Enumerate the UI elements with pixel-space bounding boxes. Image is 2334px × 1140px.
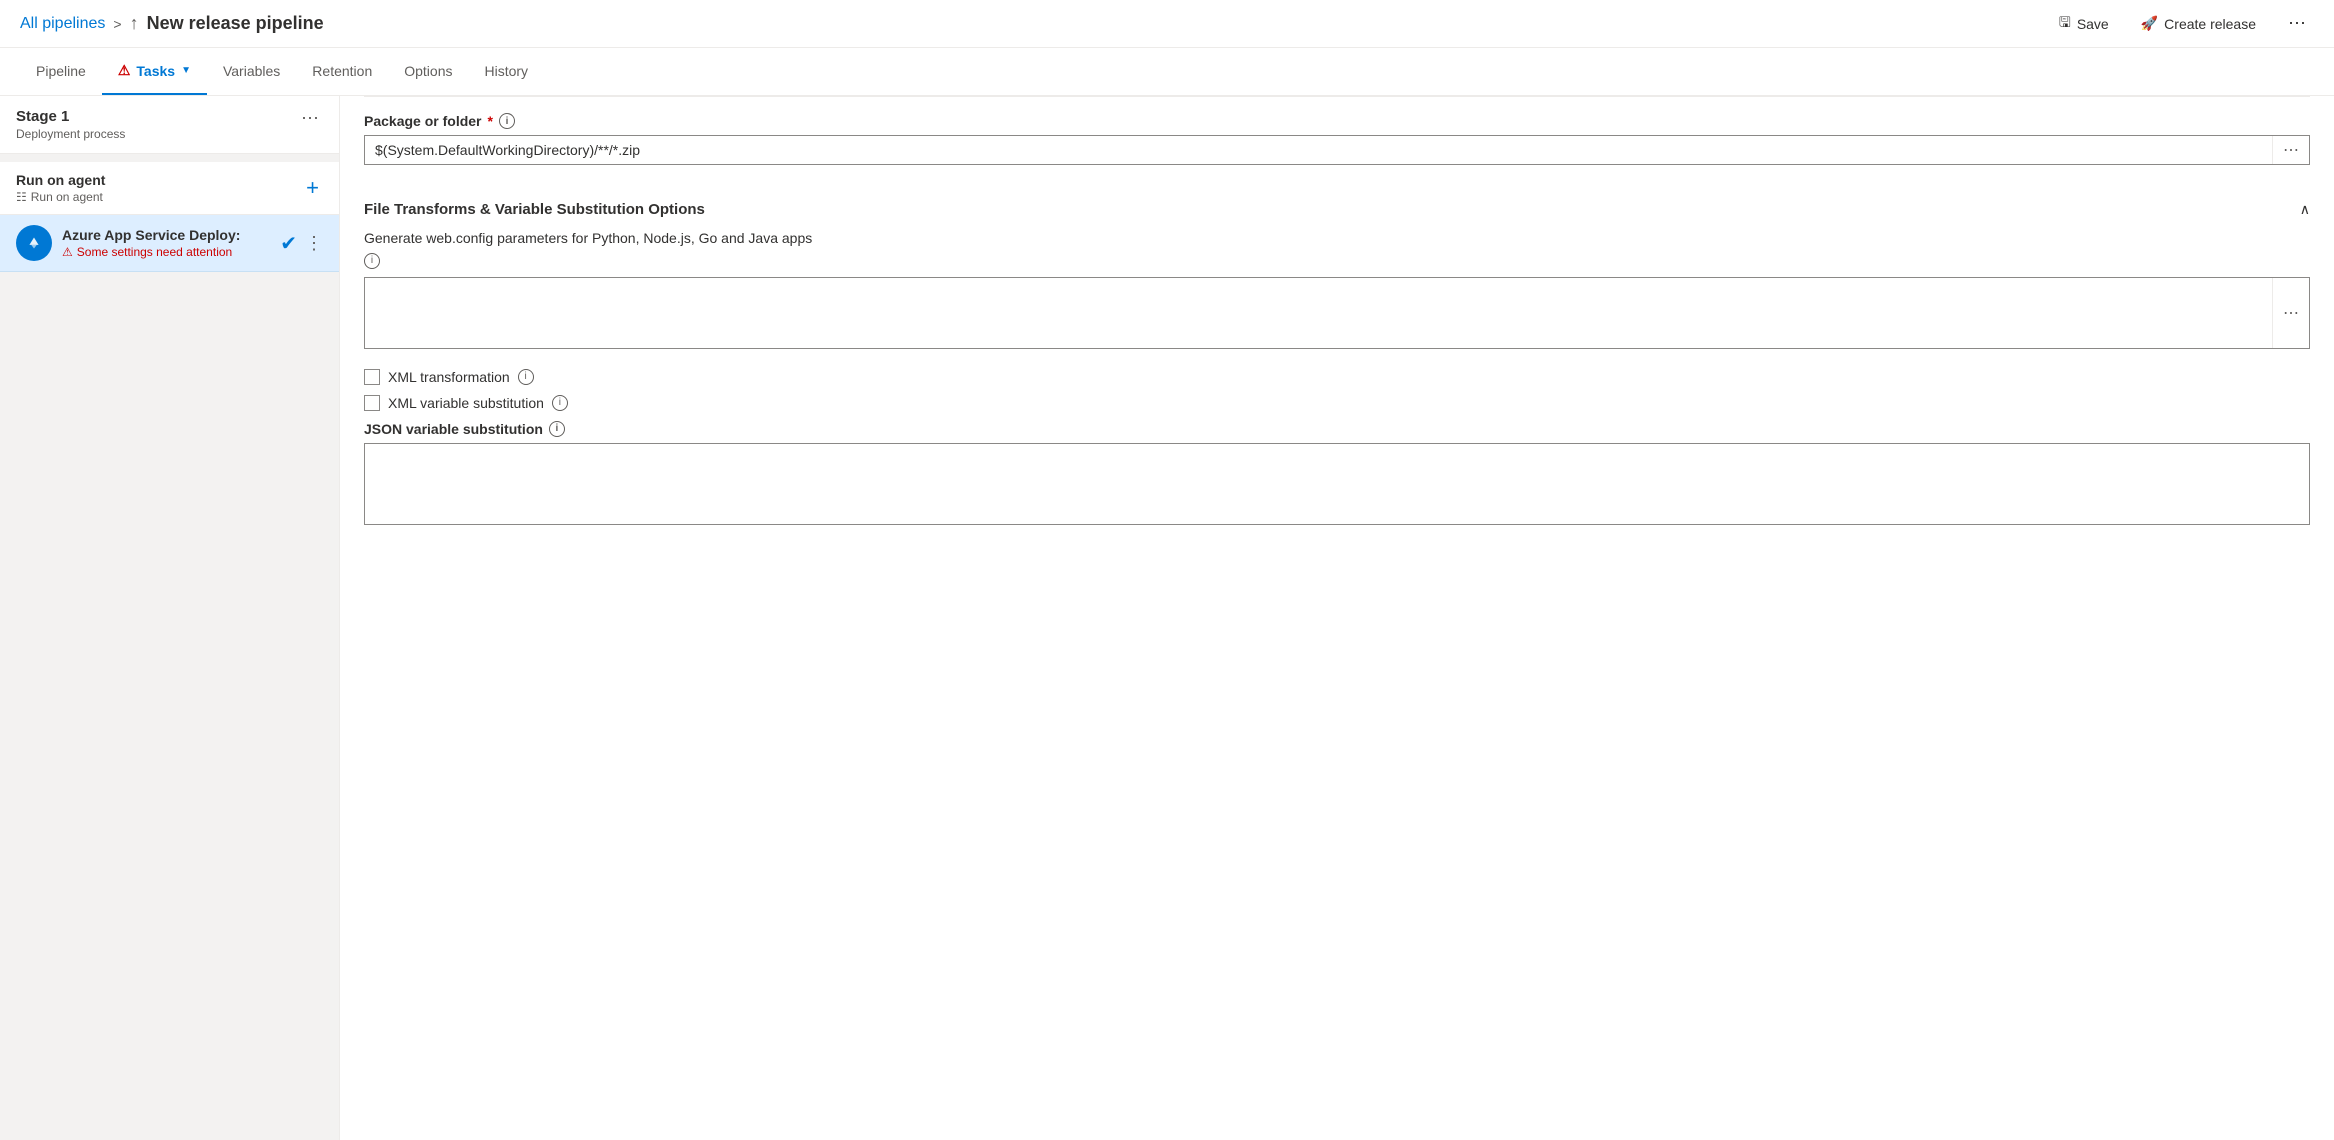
generate-webconfig-input-wrap: ⋯	[364, 277, 2310, 349]
tab-pipeline-label: Pipeline	[36, 63, 86, 79]
task-check-icon: ✔	[280, 231, 297, 256]
json-variable-substitution-group: JSON variable substitution i	[364, 421, 2310, 525]
xml-variable-substitution-info-icon[interactable]: i	[552, 395, 568, 411]
stage-more-button[interactable]: ⋯	[297, 108, 323, 129]
collapse-icon: ∧	[2300, 201, 2310, 218]
add-task-button[interactable]: +	[302, 175, 323, 201]
stage-header: Stage 1 Deployment process ⋯	[0, 96, 339, 154]
tab-bar: Pipeline ⚠ Tasks ▼ Variables Retention O…	[0, 48, 2334, 96]
json-variable-substitution-label-text: JSON variable substitution	[364, 421, 543, 437]
tab-history-label: History	[484, 63, 528, 79]
save-label: Save	[2077, 16, 2109, 32]
pipeline-icon: ↑	[130, 13, 139, 34]
task-actions: ✔ ⋮	[280, 231, 323, 256]
tab-tasks[interactable]: ⚠ Tasks ▼	[102, 48, 207, 95]
stage-title: Stage 1	[16, 108, 125, 125]
package-input-wrap: ⋯	[364, 135, 2310, 165]
generate-info-icon[interactable]: i	[364, 253, 380, 269]
package-more-button[interactable]: ⋯	[2272, 136, 2309, 164]
generate-webconfig-textarea[interactable]	[365, 278, 2272, 348]
stage-subtitle: Deployment process	[16, 127, 125, 141]
stage-info: Stage 1 Deployment process	[16, 108, 125, 141]
task-name: Azure App Service Deploy:	[62, 227, 270, 243]
tab-retention[interactable]: Retention	[296, 48, 388, 95]
generate-more-button[interactable]: ⋯	[2272, 278, 2309, 348]
header-left: All pipelines > ↑ New release pipeline	[20, 13, 324, 34]
save-icon: 🖫	[2059, 12, 2071, 36]
run-on-agent-section: Run on agent ☷ Run on agent +	[0, 154, 339, 215]
json-variable-substitution-label: JSON variable substitution i	[364, 421, 2310, 437]
breadcrumb-sep: >	[113, 16, 121, 32]
save-button[interactable]: 🖫 Save	[2051, 6, 2117, 42]
package-input[interactable]	[365, 136, 2272, 164]
tab-options-label: Options	[404, 63, 452, 79]
generate-webconfig-label-text: Generate web.config parameters for Pytho…	[364, 230, 2310, 246]
warning-icon: ⚠	[62, 245, 73, 259]
package-folder-label: Package or folder * i	[364, 113, 2310, 129]
run-on-agent-info: Run on agent ☷ Run on agent	[16, 172, 105, 204]
tab-options[interactable]: Options	[388, 48, 468, 95]
azure-icon-svg	[23, 232, 45, 254]
task-warning: ⚠ Some settings need attention	[62, 245, 270, 259]
json-variable-substitution-info-icon[interactable]: i	[549, 421, 565, 437]
tab-tasks-label: Tasks	[136, 63, 175, 79]
right-panel: Package or folder * i ⋯ File Transforms …	[340, 96, 2334, 1140]
tab-tasks-warning-icon: ⚠	[118, 62, 131, 79]
task-warning-text: Some settings need attention	[77, 245, 232, 259]
page-title: New release pipeline	[147, 13, 324, 34]
file-transforms-title: File Transforms & Variable Substitution …	[364, 201, 705, 218]
create-release-label: Create release	[2164, 16, 2256, 32]
tab-variables-label: Variables	[223, 63, 280, 79]
chevron-down-icon: ▼	[181, 65, 191, 76]
agent-icon: ☷	[16, 190, 27, 204]
package-folder-group: Package or folder * i ⋯	[364, 96, 2310, 165]
json-variable-substitution-input-wrap	[364, 443, 2310, 525]
run-on-agent-sublabel: ☷ Run on agent	[16, 190, 105, 204]
main-content: Stage 1 Deployment process ⋯ Run on agen…	[0, 96, 2334, 1140]
tab-retention-label: Retention	[312, 63, 372, 79]
xml-variable-substitution-checkbox[interactable]	[364, 395, 380, 411]
tab-pipeline[interactable]: Pipeline	[20, 48, 102, 95]
xml-variable-substitution-row: XML variable substitution i	[364, 395, 2310, 411]
run-on-agent-label: Run on agent	[16, 172, 105, 188]
xml-variable-substitution-label: XML variable substitution	[388, 395, 544, 411]
xml-transformation-info-icon[interactable]: i	[518, 369, 534, 385]
header-right: 🖫 Save 🚀 Create release ⋯	[2051, 6, 2314, 42]
create-release-button[interactable]: 🚀 Create release	[2133, 9, 2264, 38]
generate-webconfig-label: Generate web.config parameters for Pytho…	[364, 230, 2310, 269]
package-folder-label-text: Package or folder	[364, 113, 482, 129]
header: All pipelines > ↑ New release pipeline 🖫…	[0, 0, 2334, 48]
task-item[interactable]: Azure App Service Deploy: ⚠ Some setting…	[0, 215, 339, 272]
xml-transformation-checkbox[interactable]	[364, 369, 380, 385]
generate-webconfig-group: Generate web.config parameters for Pytho…	[364, 230, 2310, 349]
package-info-icon[interactable]: i	[499, 113, 515, 129]
rocket-icon: 🚀	[2141, 15, 2158, 32]
xml-transformation-label: XML transformation	[388, 369, 510, 385]
run-on-agent-sub-text: Run on agent	[31, 190, 103, 204]
azure-app-service-icon	[16, 225, 52, 261]
task-drag-button[interactable]: ⋮	[305, 233, 323, 254]
xml-transformation-row: XML transformation i	[364, 369, 2310, 385]
breadcrumb-link[interactable]: All pipelines	[20, 15, 105, 33]
left-panel: Stage 1 Deployment process ⋯ Run on agen…	[0, 96, 340, 1140]
task-info: Azure App Service Deploy: ⚠ Some setting…	[62, 227, 270, 259]
tab-variables[interactable]: Variables	[207, 48, 296, 95]
required-indicator: *	[488, 113, 493, 129]
file-transforms-section-header[interactable]: File Transforms & Variable Substitution …	[364, 185, 2310, 230]
json-variable-substitution-textarea[interactable]	[365, 444, 2309, 524]
generate-webconfig-info: i	[364, 250, 2310, 269]
tab-history[interactable]: History	[468, 48, 544, 95]
header-more-button[interactable]: ⋯	[2280, 9, 2314, 38]
